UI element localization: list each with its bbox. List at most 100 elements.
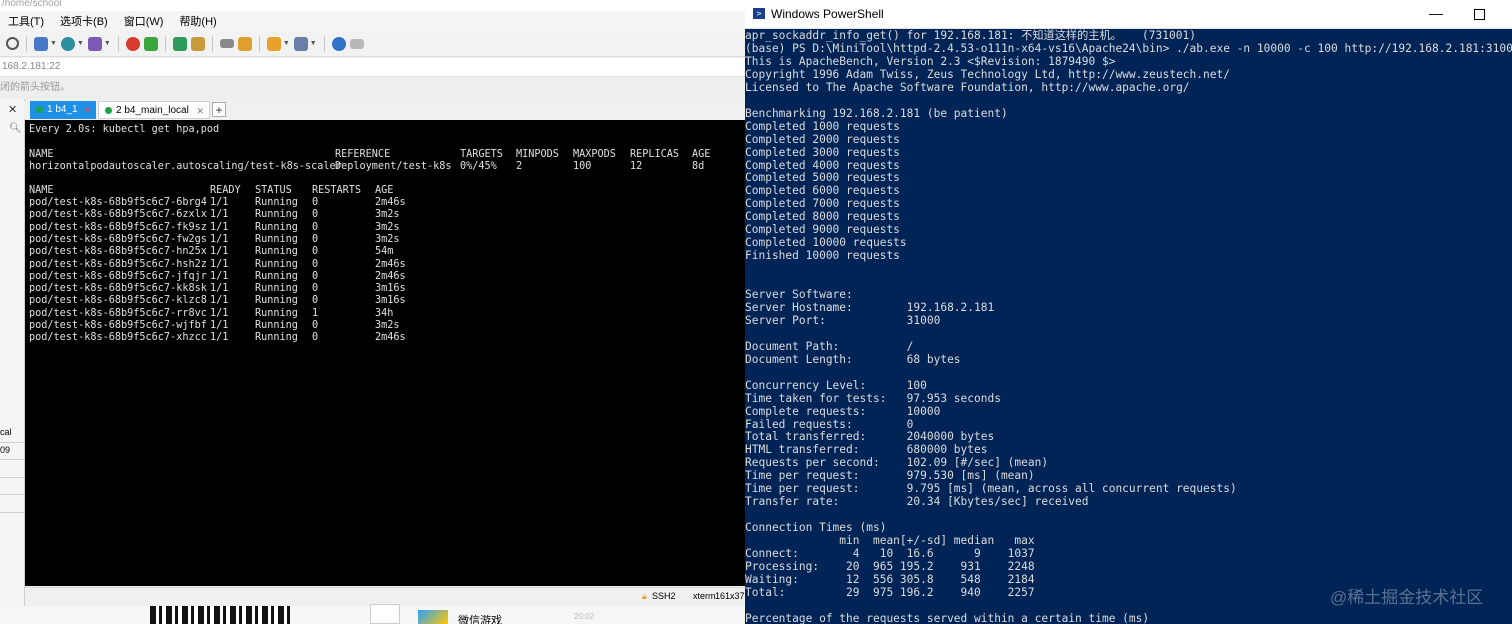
console-line: Completed 2000 requests <box>745 132 900 146</box>
console-line: Server Port: 31000 <box>745 313 941 327</box>
console-line: min mean[+/-sd] median max <box>745 534 1035 548</box>
pod-name: pod/test-k8s-68b9f5c6c7-klzc8 <box>29 295 207 307</box>
chevron-down-icon[interactable]: ▼ <box>77 40 84 47</box>
pod-name: pod/test-k8s-68b9f5c6c7-kk8sk <box>29 283 207 295</box>
help-icon[interactable] <box>331 36 346 51</box>
window-thumbnail[interactable] <box>370 604 400 624</box>
layout-icon[interactable] <box>293 36 308 51</box>
close-icon[interactable]: ✕ <box>196 102 204 120</box>
pod-age: 2m46s <box>375 270 406 282</box>
search-icon[interactable]: 🔍︎ <box>9 123 22 134</box>
watch-header: Every 2.0s: kubectl get hpa,pod <box>29 124 220 135</box>
console-line: Total: 29 975 196.2 940 2257 <box>745 585 1035 599</box>
console-line: Requests per second: 102.09 [#/sec] (mea… <box>745 456 1049 470</box>
menu-tools[interactable]: 工具(T) <box>0 13 52 29</box>
fullscreen-icon[interactable] <box>172 36 187 51</box>
console-line: (base) PS D:\MiniTool\httpd-2.4.53-o111n… <box>745 41 1512 55</box>
lock-icon[interactable] <box>190 36 205 51</box>
chevron-down-icon[interactable]: ▼ <box>283 40 290 47</box>
terminal-size: 161x37 <box>715 591 745 601</box>
tab-label: b4_main_local <box>124 105 189 116</box>
powershell-window: > Windows PowerShell — apr_sockaddr_info… <box>745 0 1512 624</box>
address-bar[interactable]: 168.2.181:22 <box>0 58 745 77</box>
connected-status-icon <box>105 107 112 114</box>
pod-ready: 1/1 <box>210 307 229 319</box>
console-line: Completed 9000 requests <box>745 223 900 237</box>
toolbar-divider <box>26 35 27 52</box>
tab-b4-main-local[interactable]: 2 b4_main_local ✕ <box>98 101 210 119</box>
close-icon[interactable]: ✕ <box>83 101 91 119</box>
keyboard-icon[interactable] <box>219 39 234 48</box>
pod-ready: 1/1 <box>210 320 229 331</box>
console-line: Time taken for tests: 97.953 seconds <box>745 391 1001 405</box>
pod-restarts: 1 <box>312 307 319 319</box>
hpa-targets: 0%/45% <box>460 161 497 172</box>
chevron-down-icon[interactable]: ▼ <box>50 40 57 47</box>
search-icon[interactable] <box>6 37 19 50</box>
globe-icon[interactable] <box>60 36 75 51</box>
qr-code-image <box>150 606 290 624</box>
pod-name: pod/test-k8s-68b9f5c6c7-6zxlx <box>29 209 207 221</box>
record-icon[interactable] <box>125 36 140 51</box>
pod-header-age: AGE <box>375 185 394 196</box>
pod-age: 3m16s <box>375 295 406 307</box>
pod-ready: 1/1 <box>210 332 229 344</box>
pod-name: pod/test-k8s-68b9f5c6c7-wjfbf <box>29 320 207 331</box>
chat-icon[interactable] <box>349 38 364 49</box>
folder-icon[interactable] <box>266 36 281 51</box>
menu-help[interactable]: 帮助(H) <box>171 13 224 29</box>
console-line: Failed requests: 0 <box>745 417 914 431</box>
pod-restarts: 0 <box>312 258 319 270</box>
terminal-output[interactable]: Every 2.0s: kubectl get hpa,pod NAME REF… <box>25 120 745 586</box>
console-line: Completed 10000 requests <box>745 236 907 250</box>
console-line: Completed 6000 requests <box>745 184 900 198</box>
console-line: Document Path: / <box>745 339 914 353</box>
console-line: Licensed to The Apache Software Foundati… <box>745 80 1190 94</box>
maximize-button[interactable] <box>1474 9 1485 20</box>
hpa-header-name: NAME <box>29 149 54 160</box>
chevron-down-icon[interactable]: ▼ <box>104 40 111 47</box>
menu-window[interactable]: 窗口(W) <box>116 13 172 29</box>
pod-status: Running <box>255 320 298 331</box>
pod-name: pod/test-k8s-68b9f5c6c7-fk9sz <box>29 221 207 233</box>
powershell-console[interactable]: apr_sockaddr_info_get() for 192.168.181:… <box>745 28 1512 624</box>
pod-restarts: 0 <box>312 295 319 307</box>
pod-age: 34h <box>375 307 394 319</box>
pod-name: pod/test-k8s-68b9f5c6c7-hn25x <box>29 246 207 258</box>
pod-status: Running <box>255 332 298 344</box>
tab-b4-1[interactable]: 1 b4_1 ✕ <box>30 101 96 119</box>
protocol-status: SSH2 <box>652 591 676 601</box>
pod-status: Running <box>255 295 298 307</box>
wechat-game-label[interactable]: 微信游戏 <box>458 612 502 624</box>
transfer-icon[interactable] <box>143 36 158 51</box>
close-icon[interactable]: ✕ <box>8 103 17 116</box>
console-line: Connection Times (ms) <box>745 521 887 535</box>
new-session-icon[interactable] <box>34 36 48 51</box>
console-line: Server Hostname: 192.168.2.181 <box>745 300 995 314</box>
toolbar-divider <box>323 35 325 52</box>
edit-icon[interactable] <box>87 36 102 51</box>
session-sidebar: ✕ 🔍︎ cal 09 <box>0 99 25 624</box>
connected-status-icon <box>36 106 43 113</box>
window-title: Windows PowerShell <box>771 7 884 21</box>
pod-restarts: 0 <box>312 320 319 331</box>
hpa-maxpods: 100 <box>573 161 592 172</box>
hpa-name: horizontalpodautoscaler.autoscaling/test… <box>29 161 342 172</box>
pod-status: Running <box>255 233 298 245</box>
pod-ready: 1/1 <box>210 246 229 258</box>
add-tab-button[interactable]: + <box>212 102 226 117</box>
menu-tabs[interactable]: 选项卡(B) <box>52 13 116 29</box>
wechat-game-icon[interactable] <box>418 610 448 624</box>
powershell-titlebar: > Windows PowerShell — <box>745 0 1512 29</box>
highlight-icon[interactable] <box>237 36 252 51</box>
minimize-button[interactable]: — <box>1428 6 1444 20</box>
hpa-minpods: 2 <box>516 161 523 172</box>
console-line: Completed 8000 requests <box>745 210 900 224</box>
console-line: Completed 5000 requests <box>745 171 900 185</box>
pod-ready: 1/1 <box>210 283 229 295</box>
pod-name: pod/test-k8s-68b9f5c6c7-jfqjr <box>29 270 207 282</box>
chevron-down-icon[interactable]: ▼ <box>310 40 317 47</box>
pod-age: 3m2s <box>375 320 400 331</box>
pod-ready: 1/1 <box>210 233 229 245</box>
console-line: Time per request: 979.530 [ms] (mean) <box>745 469 1035 483</box>
